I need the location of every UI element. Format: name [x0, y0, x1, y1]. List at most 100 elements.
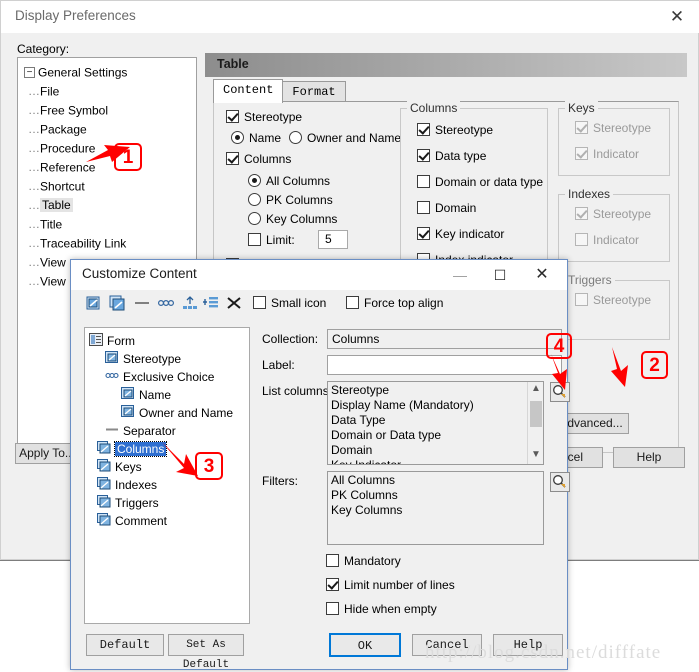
scroll-up-icon[interactable]: ▲: [528, 382, 544, 398]
exclusive-choice-icon: [105, 369, 119, 382]
filters-browse-button[interactable]: [550, 472, 570, 492]
list-item[interactable]: Display Name (Mandatory): [331, 398, 543, 413]
checkbox-col-key-indicator[interactable]: Key indicator: [417, 227, 504, 241]
list-item[interactable]: Key Indicator: [331, 458, 543, 464]
collection-icon: [97, 513, 111, 526]
checkbox-force-top-align[interactable]: Force top align: [346, 296, 443, 310]
list-item[interactable]: All Columns: [331, 473, 543, 488]
tree-node-package[interactable]: Package: [24, 120, 127, 139]
separator-icon: [105, 423, 119, 436]
checkbox-box: [226, 110, 239, 123]
form-node-form[interactable]: Form: [89, 331, 249, 349]
tab-content[interactable]: Content: [213, 79, 284, 103]
ok-button[interactable]: OK: [329, 633, 401, 657]
list-item[interactable]: PK Columns: [331, 488, 543, 503]
checkbox-mandatory[interactable]: Mandatory: [326, 554, 401, 568]
tree-node-title[interactable]: Title: [24, 215, 127, 234]
checkbox-indexes-stereotype: Stereotype: [575, 207, 651, 221]
collection-properties-panel: Collection: Columns Label: List columns:…: [262, 327, 570, 624]
radio-key-columns[interactable]: Key Columns: [248, 212, 337, 226]
form-node-label: Separator: [123, 423, 176, 438]
dialog-title: Customize Content: [82, 266, 197, 281]
list-item[interactable]: Domain: [331, 443, 543, 458]
tree-node-label: Table: [40, 198, 73, 213]
annotation-arrow-2: [608, 345, 638, 392]
prefs-help-button[interactable]: Help: [613, 447, 685, 468]
close-icon[interactable]: ✕: [664, 5, 690, 29]
checkbox-col-stereotype[interactable]: Stereotype: [417, 123, 493, 137]
form-node-name[interactable]: Name: [89, 385, 249, 403]
list-columns-listbox[interactable]: Stereotype Display Name (Mandatory) Data…: [327, 381, 544, 465]
form-node-label: Indexes: [115, 477, 158, 492]
tree-node-table[interactable]: Table: [24, 196, 127, 215]
form-node-label: Owner and Name: [139, 405, 234, 420]
checkbox-label: Domain: [435, 201, 477, 215]
delete-icon[interactable]: [225, 294, 243, 312]
checkbox-stereotype[interactable]: Stereotype: [226, 110, 302, 124]
close-icon[interactable]: ✕: [527, 262, 557, 288]
checkbox-box: [248, 233, 261, 246]
radio-pk-columns[interactable]: PK Columns: [248, 193, 333, 207]
checkbox-label: Key indicator: [435, 227, 505, 241]
tree-node-file[interactable]: File: [24, 82, 127, 101]
insert-row-icon[interactable]: [202, 294, 220, 312]
form-node-comment[interactable]: Comment: [89, 511, 249, 529]
checkbox-label: Hide when empty: [344, 602, 437, 616]
promote-icon[interactable]: [181, 294, 199, 312]
form-node-label: Name: [139, 387, 172, 402]
checkbox-label: Indicator: [593, 233, 640, 247]
list-columns-scrollbar[interactable]: ▲ ▼: [527, 382, 543, 464]
checkbox-col-domain-or-data-type[interactable]: Domain or data type: [417, 175, 543, 189]
checkbox-label: Indicator: [593, 147, 640, 161]
list-item[interactable]: Stereotype: [331, 383, 543, 398]
group-caption: Indexes: [565, 187, 614, 201]
collapse-icon[interactable]: −: [24, 67, 35, 79]
minimize-icon[interactable]: —: [445, 262, 475, 288]
screenshot-root: Display Preferences ✕ Category: − General…: [0, 0, 699, 672]
checkbox-small-icon[interactable]: Small icon: [253, 296, 326, 310]
collection-input[interactable]: Columns: [327, 329, 562, 349]
form-node-exclusive-choice[interactable]: Exclusive Choice: [89, 367, 249, 385]
default-button[interactable]: Default: [86, 634, 164, 656]
label-input[interactable]: [327, 355, 562, 375]
add-collection-icon[interactable]: [109, 294, 127, 312]
checkbox-limit-number-of-lines[interactable]: Limit number of lines: [326, 578, 455, 592]
form-node-triggers[interactable]: Triggers: [89, 493, 249, 511]
annotation-marker-1: 1: [114, 143, 142, 171]
checkbox-hide-when-empty[interactable]: Hide when empty: [326, 602, 437, 616]
tab-format[interactable]: Format: [282, 81, 346, 103]
checkbox-col-domain[interactable]: Domain: [417, 201, 476, 215]
tree-node-free-symbol[interactable]: Free Symbol: [24, 101, 127, 120]
list-item[interactable]: Key Columns: [331, 503, 543, 518]
radio-all-columns[interactable]: All Columns: [248, 174, 330, 188]
limit-value-input[interactable]: 5: [318, 230, 348, 249]
filters-listbox[interactable]: All Columns PK Columns Key Columns: [327, 471, 544, 545]
checkbox-limit[interactable]: Limit:: [248, 233, 295, 247]
add-exclusive-choice-icon[interactable]: [157, 294, 175, 312]
checkbox-columns[interactable]: Columns: [226, 152, 291, 166]
tree-node-shortcut[interactable]: Shortcut: [24, 177, 127, 196]
form-node-owner-and-name[interactable]: Owner and Name: [89, 403, 249, 421]
maximize-icon[interactable]: ☐: [485, 262, 515, 288]
scrollbar-thumb[interactable]: [530, 401, 542, 427]
item-icon: [121, 387, 135, 400]
radio-owner-and-name[interactable]: Owner and Name: [289, 131, 401, 145]
checkbox-box: [575, 121, 588, 134]
list-item[interactable]: Data Type: [331, 413, 543, 428]
form-icon: [89, 333, 103, 346]
tree-node-general-settings[interactable]: − General Settings: [24, 63, 127, 82]
filters-label: Filters:: [262, 474, 298, 488]
checkbox-col-data-type[interactable]: Data type: [417, 149, 486, 163]
set-as-default-button[interactable]: Set As Default: [168, 634, 244, 671]
radio-name[interactable]: Name: [231, 131, 281, 145]
form-node-label: Comment: [115, 513, 168, 528]
list-item[interactable]: Domain or Data type: [331, 428, 543, 443]
scroll-down-icon[interactable]: ▼: [528, 448, 544, 464]
add-attribute-icon[interactable]: [85, 294, 103, 312]
form-node-stereotype[interactable]: Stereotype: [89, 349, 249, 367]
checkbox-box: [417, 227, 430, 240]
tree-node-traceability-link[interactable]: Traceability Link: [24, 234, 127, 253]
checkbox-box: [326, 578, 339, 591]
add-separator-icon[interactable]: [133, 294, 151, 312]
form-node-separator[interactable]: Separator: [89, 421, 249, 439]
